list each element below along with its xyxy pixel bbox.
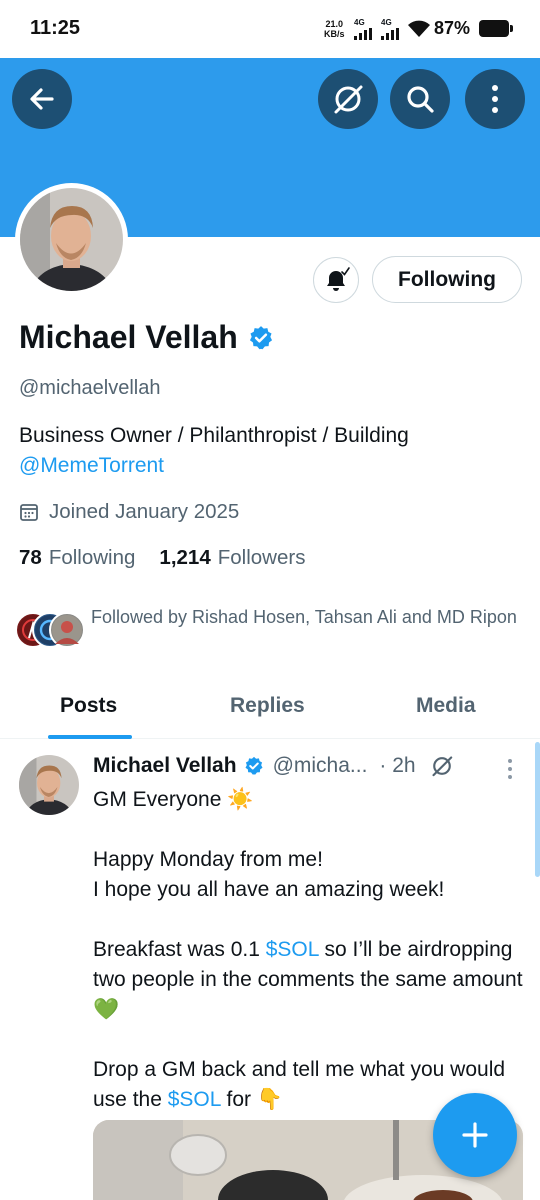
compose-post-button[interactable] — [433, 1093, 517, 1177]
network-speed-unit: KB/s — [324, 29, 345, 39]
signal-2-label: 4G — [381, 18, 392, 27]
cashtag-link[interactable]: $SOL — [168, 1088, 221, 1111]
followers-count: 1,214 — [159, 546, 211, 569]
battery-icon — [479, 20, 513, 37]
profile-tabs: Posts Replies Media — [0, 684, 540, 739]
followed-by[interactable]: Followed by Rishad Hosen, Tahsan Ali and… — [15, 604, 525, 648]
profile-name: Michael Vellah — [19, 319, 274, 356]
status-bar: 11:25 21.0 KB/s 4G 4G 87% — [0, 0, 540, 58]
post-p4-after: for 👇 — [220, 1088, 283, 1111]
notifications-button[interactable] — [313, 257, 359, 303]
followers-stat[interactable]: 1,214 Followers — [159, 546, 305, 570]
post-author-handle: @micha... — [272, 754, 368, 777]
active-tab-indicator — [48, 735, 132, 739]
joined-text: Joined January 2025 — [49, 500, 240, 523]
cashtag-link[interactable]: $SOL — [266, 938, 319, 961]
battery-percent: 87% — [434, 18, 471, 38]
bio-text: Business Owner / Philanthropist / Buildi… — [19, 424, 409, 447]
post-author-avatar[interactable] — [19, 755, 79, 815]
grok-button[interactable] — [318, 69, 378, 129]
following-label: Following — [48, 546, 136, 569]
back-button[interactable] — [12, 69, 72, 129]
profile-bio: Business Owner / Philanthropist / Buildi… — [19, 421, 519, 481]
follower-avatar-3 — [49, 612, 85, 648]
followers-label: Followers — [217, 546, 306, 569]
followed-by-text: Followed by Rishad Hosen, Tahsan Ali and… — [91, 607, 517, 627]
tab-posts[interactable]: Posts — [60, 694, 117, 718]
following-button[interactable]: Following — [372, 256, 522, 303]
profile-name-text: Michael Vellah — [19, 319, 238, 355]
scrollbar[interactable] — [535, 742, 540, 877]
following-stat[interactable]: 78 Following — [19, 546, 135, 570]
post-p2-line-2: I hope you all have an amazing week! — [93, 878, 445, 901]
profile-handle: @michaelvellah — [19, 377, 161, 399]
post-header: Michael Vellah @micha... · 2h — [93, 754, 454, 778]
calendar-icon — [20, 504, 38, 521]
followed-by-avatars — [15, 604, 87, 648]
post-author-name[interactable]: Michael Vellah — [93, 754, 237, 778]
plus-icon — [462, 1122, 488, 1148]
post-p3-before: Breakfast was 0.1 — [93, 938, 266, 961]
profile-avatar[interactable] — [15, 183, 128, 296]
status-time: 11:25 — [30, 17, 81, 39]
post-text: GM Everyone ☀️ Happy Monday from me! I h… — [93, 785, 523, 1145]
tab-media[interactable]: Media — [416, 694, 476, 718]
search-icon — [407, 86, 434, 113]
post-p4-before: Drop a GM back and tell me what you woul… — [93, 1058, 506, 1111]
verified-badge-icon — [245, 756, 263, 775]
bio-link[interactable]: @MemeTorrent — [19, 451, 519, 481]
post-p2-line-1: Happy Monday from me! — [93, 848, 323, 871]
avatar-photo — [20, 188, 123, 291]
post-paragraph-3: Breakfast was 0.1 $SOL so I’ll be airdro… — [93, 935, 523, 1025]
bell-check-icon — [327, 267, 350, 291]
grok-icon[interactable] — [430, 754, 454, 778]
more-options-button[interactable] — [465, 69, 525, 129]
network-speed: 21.0 KB/s — [324, 19, 345, 39]
network-speed-value: 21.0 — [325, 19, 344, 29]
post-time: · 2h — [379, 754, 416, 777]
signal-1-icon: 4G — [354, 19, 376, 45]
profile-stats: 78 Following 1,214 Followers — [19, 546, 329, 570]
following-count: 78 — [19, 546, 42, 569]
joined-date: Joined January 2025 — [19, 500, 239, 524]
grok-icon — [334, 85, 363, 114]
post-more-icon[interactable] — [502, 758, 518, 780]
arrow-left-icon — [30, 88, 54, 110]
signal-2-icon: 4G — [381, 19, 403, 45]
signal-1-label: 4G — [354, 18, 365, 27]
verified-badge-icon[interactable] — [248, 325, 274, 351]
more-vertical-icon — [492, 85, 498, 113]
search-button[interactable] — [390, 69, 450, 129]
post-paragraph-2: Happy Monday from me! I hope you all hav… — [93, 845, 523, 905]
tab-replies[interactable]: Replies — [230, 694, 305, 718]
wifi-icon — [408, 20, 430, 37]
post-line-1: GM Everyone ☀️ — [93, 788, 254, 811]
